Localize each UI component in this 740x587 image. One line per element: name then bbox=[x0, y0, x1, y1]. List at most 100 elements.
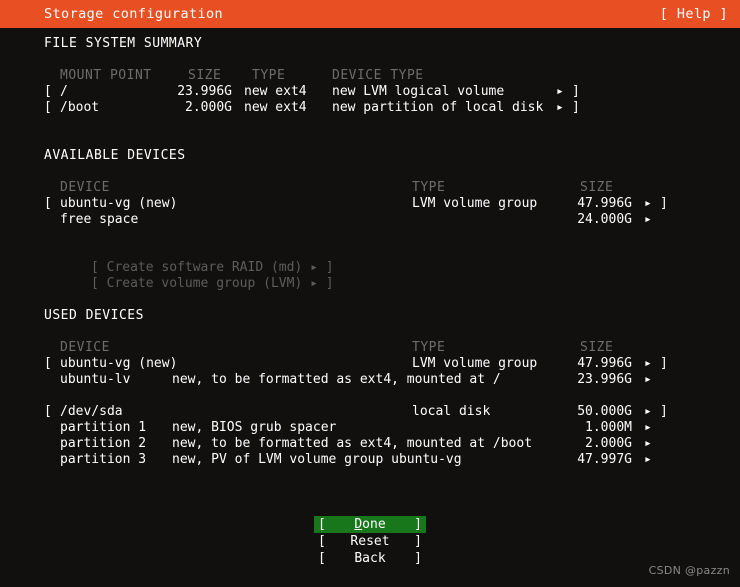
type-value: new, BIOS grub spacer bbox=[172, 420, 337, 435]
reset-button-label: Reset bbox=[350, 534, 390, 549]
column-header-type: TYPE bbox=[252, 68, 286, 83]
used-device-row-partition-1[interactable]: partition 1 new, BIOS grub spacer 1.000M… bbox=[0, 420, 740, 436]
expand-arrow-icon[interactable]: ▸ bbox=[644, 404, 652, 420]
available-device-row-free-space[interactable]: free space 24.000G ▸ bbox=[0, 212, 740, 228]
used-device-row-dev-sda[interactable]: [ /dev/sda local disk 50.000G ▸ ] bbox=[0, 404, 740, 420]
size-value: 23.996G bbox=[177, 84, 232, 99]
used-device-row-partition-3[interactable]: partition 3 new, PV of LVM volume group … bbox=[0, 452, 740, 468]
title-bar: Storage configuration [ Help ] bbox=[0, 0, 740, 28]
size-value: 2.000G bbox=[585, 436, 632, 451]
row-open-bracket: [ bbox=[44, 196, 52, 211]
row-open-bracket: [ bbox=[44, 84, 52, 99]
type-value: local disk bbox=[412, 404, 491, 419]
mount-point-value: / bbox=[60, 84, 68, 99]
button-close-bracket: ] bbox=[414, 551, 422, 566]
size-value: 23.996G bbox=[577, 372, 632, 387]
column-header-type: TYPE bbox=[412, 340, 446, 355]
device-value: partition 3 bbox=[60, 452, 147, 467]
installer-screen: Storage configuration [ Help ] FILE SYST… bbox=[0, 0, 740, 587]
back-button-label: Back bbox=[354, 551, 386, 566]
row-close-bracket: ] bbox=[660, 196, 668, 211]
available-devices-column-headers: DEVICE TYPE SIZE bbox=[0, 180, 740, 196]
create-software-raid-action[interactable]: [ Create software RAID (md) ▸ ] bbox=[0, 244, 740, 275]
reset-button[interactable]: [ Reset ] bbox=[314, 533, 426, 550]
row-close-bracket: ] bbox=[572, 100, 580, 115]
column-header-type: TYPE bbox=[412, 180, 446, 195]
expand-arrow-icon[interactable]: ▸ bbox=[644, 372, 652, 388]
expand-arrow-icon[interactable]: ▸ bbox=[556, 100, 564, 116]
done-button[interactable]: [ Done ] bbox=[314, 516, 426, 533]
type-value: new ext4 bbox=[244, 100, 307, 115]
size-value: 47.996G bbox=[577, 196, 632, 211]
row-close-bracket: ] bbox=[660, 404, 668, 419]
type-value: new, to be formatted as ext4, mounted at… bbox=[172, 372, 501, 387]
column-header-size: SIZE bbox=[580, 340, 614, 355]
device-value: ubuntu-lv bbox=[60, 372, 131, 387]
create-volume-group-label: [ Create volume group (LVM) ▸ ] bbox=[90, 276, 334, 291]
row-open-bracket: [ bbox=[44, 100, 52, 115]
used-devices-column-headers: DEVICE TYPE SIZE bbox=[0, 340, 740, 356]
row-close-bracket: ] bbox=[660, 356, 668, 371]
size-value: 1.000M bbox=[585, 420, 632, 435]
row-close-bracket: ] bbox=[572, 84, 580, 99]
done-accel-char: D bbox=[354, 517, 363, 532]
device-value: /dev/sda bbox=[60, 404, 123, 419]
device-value: free space bbox=[60, 212, 139, 227]
row-open-bracket: [ bbox=[44, 356, 52, 371]
filesystem-summary-column-headers: MOUNT POINT SIZE TYPE DEVICE TYPE bbox=[0, 68, 740, 84]
column-header-device: DEVICE bbox=[60, 180, 110, 195]
row-open-bracket: [ bbox=[44, 404, 52, 419]
filesystem-row-boot[interactable]: [ /boot 2.000G new ext4 new partition of… bbox=[0, 100, 740, 116]
type-value: LVM volume group bbox=[412, 196, 538, 211]
watermark: CSDN @pazzn bbox=[648, 564, 730, 577]
main-content: FILE SYSTEM SUMMARY MOUNT POINT SIZE TYP… bbox=[0, 28, 740, 468]
device-type-value: new LVM logical volume bbox=[332, 84, 505, 99]
device-value: ubuntu-vg (new) bbox=[60, 356, 178, 371]
used-device-row-ubuntu-vg[interactable]: [ ubuntu-vg (new) LVM volume group 47.99… bbox=[0, 356, 740, 372]
device-value: partition 2 bbox=[60, 436, 147, 451]
button-close-bracket: ] bbox=[414, 517, 422, 532]
button-open-bracket: [ bbox=[318, 551, 326, 566]
filesystem-row-root[interactable]: [ / 23.996G new ext4 new LVM logical vol… bbox=[0, 84, 740, 100]
type-value: new, to be formatted as ext4, mounted at… bbox=[172, 436, 533, 451]
size-value: 47.997G bbox=[577, 452, 632, 467]
available-device-row-ubuntu-vg[interactable]: [ ubuntu-vg (new) LVM volume group 47.99… bbox=[0, 196, 740, 212]
section-title-filesystem-summary: FILE SYSTEM SUMMARY bbox=[44, 36, 203, 51]
size-value: 47.996G bbox=[577, 356, 632, 371]
used-device-row-partition-2[interactable]: partition 2 new, to be formatted as ext4… bbox=[0, 436, 740, 452]
back-button[interactable]: [ Back ] bbox=[314, 550, 426, 567]
button-close-bracket: ] bbox=[414, 534, 422, 549]
help-button[interactable]: [ Help ] bbox=[660, 6, 728, 22]
expand-arrow-icon[interactable]: ▸ bbox=[644, 356, 652, 372]
device-value: partition 1 bbox=[60, 420, 147, 435]
device-value: ubuntu-vg (new) bbox=[60, 196, 178, 211]
type-value: LVM volume group bbox=[412, 356, 538, 371]
expand-arrow-icon[interactable]: ▸ bbox=[644, 452, 652, 468]
type-value: new ext4 bbox=[244, 84, 307, 99]
section-title-used-devices: USED DEVICES bbox=[44, 308, 144, 323]
device-type-value: new partition of local disk bbox=[332, 100, 544, 115]
button-open-bracket: [ bbox=[318, 534, 326, 549]
expand-arrow-icon[interactable]: ▸ bbox=[644, 196, 652, 212]
footer-button-group: [ Done ] [ Reset ] [ Back ] bbox=[0, 516, 740, 567]
expand-arrow-icon[interactable]: ▸ bbox=[644, 420, 652, 436]
column-header-size: SIZE bbox=[188, 68, 222, 83]
column-header-device-type: DEVICE TYPE bbox=[332, 68, 424, 83]
type-value: new, PV of LVM volume group ubuntu-vg bbox=[172, 452, 462, 467]
column-header-size: SIZE bbox=[580, 180, 614, 195]
section-title-available-devices: AVAILABLE DEVICES bbox=[44, 148, 186, 163]
expand-arrow-icon[interactable]: ▸ bbox=[556, 84, 564, 100]
column-header-device: DEVICE bbox=[60, 340, 110, 355]
size-value: 2.000G bbox=[185, 100, 232, 115]
button-open-bracket: [ bbox=[318, 517, 326, 532]
create-volume-group-action[interactable]: [ Create volume group (LVM) ▸ ] bbox=[0, 260, 740, 291]
expand-arrow-icon[interactable]: ▸ bbox=[644, 212, 652, 228]
done-rest-label: one bbox=[362, 517, 386, 532]
page-title: Storage configuration bbox=[44, 6, 224, 22]
used-device-row-ubuntu-lv[interactable]: ubuntu-lv new, to be formatted as ext4, … bbox=[0, 372, 740, 388]
done-button-label: Done bbox=[354, 516, 385, 533]
expand-arrow-icon[interactable]: ▸ bbox=[644, 436, 652, 452]
size-value: 24.000G bbox=[577, 212, 632, 227]
size-value: 50.000G bbox=[577, 404, 632, 419]
column-header-mount-point: MOUNT POINT bbox=[60, 68, 152, 83]
